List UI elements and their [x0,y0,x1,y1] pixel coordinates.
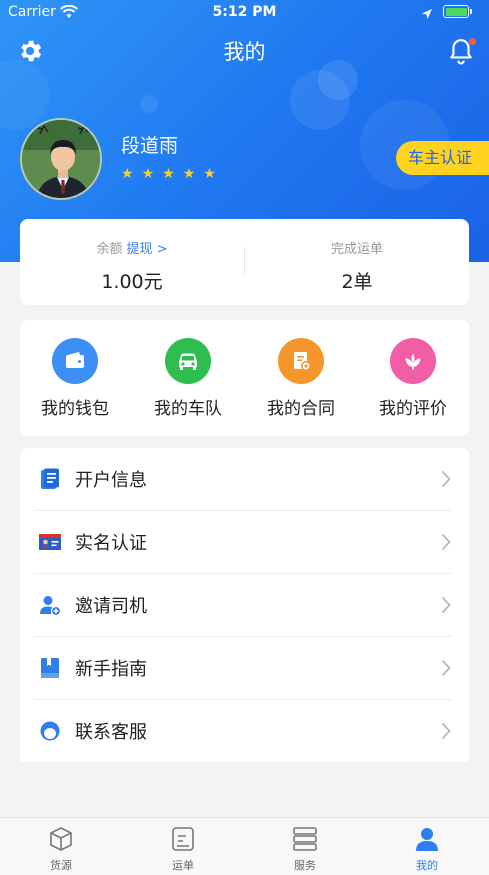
my-wallet-button[interactable]: 我的钱包 [25,338,125,419]
chevron-right-icon [441,596,451,614]
rating-stars: ★ ★ ★ ★ ★ [121,167,216,181]
location-arrow-icon [421,5,433,24]
car-icon [165,338,211,384]
document-icon [38,467,62,491]
star-icon: ★ [121,166,134,182]
quick-action-label: 我的评价 [379,399,447,419]
book-icon [38,656,62,680]
user-name: 段道雨 [121,135,179,157]
tab-label: 服务 [294,859,316,872]
my-reviews-button[interactable]: 我的评价 [363,338,463,419]
chevron-right-icon [441,470,451,488]
menu-item-invite-driver[interactable]: 邀请司机 [20,574,469,637]
withdraw-link[interactable]: 提现 > [126,242,167,257]
my-fleet-button[interactable]: 我的车队 [138,338,238,419]
bell-icon [448,39,474,69]
tab-waybill[interactable]: 运单 [122,826,244,873]
avatar[interactable] [20,118,102,200]
tab-service[interactable]: 服务 [244,826,366,873]
customer-service-icon [38,719,62,743]
my-contract-button[interactable]: 我的合同 [251,338,351,419]
menu-item-beginner-guide[interactable]: 新手指南 [20,637,469,700]
tab-label: 我的 [416,859,438,872]
unread-dot [469,38,476,45]
stats-card: 余额 提现 > 1.00元 完成运单 2单 [20,219,469,305]
completed-orders-stat[interactable]: 完成运单 2单 [245,219,469,305]
status-bar: Carrier 5:12 PM [0,0,489,26]
status-time: 5:12 PM [212,4,277,20]
tab-label: 货源 [50,859,72,872]
contract-icon [278,338,324,384]
chevron-right-icon [441,722,451,740]
menu-item-label: 实名认证 [75,533,147,554]
menu-item-customer-service[interactable]: 联系客服 [20,700,469,763]
service-icon [292,826,318,852]
menu-item-label: 开户信息 [75,470,147,491]
menu-list: 开户信息 实名认证 邀请司机 新手指南 联系客服 [20,448,469,762]
waybill-icon [170,826,196,852]
quick-action-label: 我的车队 [154,399,222,419]
tab-bar: 货源 运单 服务 我的 [0,817,489,875]
menu-item-real-name-verification[interactable]: 实名认证 [20,511,469,574]
chevron-right-icon [441,659,451,677]
menu-item-label: 邀请司机 [75,596,147,617]
profile-icon [414,826,440,852]
chevron-right-icon [441,533,451,551]
wallet-icon [52,338,98,384]
completed-orders-label: 完成运单 [330,242,383,257]
star-icon: ★ [182,166,196,182]
battery-icon [443,5,472,18]
tab-label: 运单 [172,859,194,872]
completed-orders-value: 2单 [341,271,373,293]
star-icon: ★ [141,166,155,182]
add-user-icon [38,593,62,617]
quick-action-label: 我的合同 [267,399,335,419]
tab-profile[interactable]: 我的 [366,826,488,873]
menu-item-label: 联系客服 [75,722,147,743]
quick-action-label: 我的钱包 [41,399,109,419]
notification-button[interactable] [448,37,476,65]
menu-item-label: 新手指南 [75,659,147,680]
owner-verification-badge[interactable]: 车主认证 [396,141,489,175]
menu-item-account-info[interactable]: 开户信息 [20,448,469,511]
page-title: 我的 [223,40,266,64]
id-card-icon [38,530,62,554]
balance-stat: 余额 提现 > 1.00元 [20,219,244,305]
balance-label: 余额 [96,242,123,257]
cargo-box-icon [48,826,74,852]
star-icon: ★ [203,166,216,182]
balance-value: 1.00元 [101,271,163,293]
flower-icon [390,338,436,384]
tab-cargo[interactable]: 货源 [0,826,122,873]
star-icon: ★ [162,166,175,182]
quick-actions-card: 我的钱包 我的车队 我的合同 我的评价 [20,320,469,436]
